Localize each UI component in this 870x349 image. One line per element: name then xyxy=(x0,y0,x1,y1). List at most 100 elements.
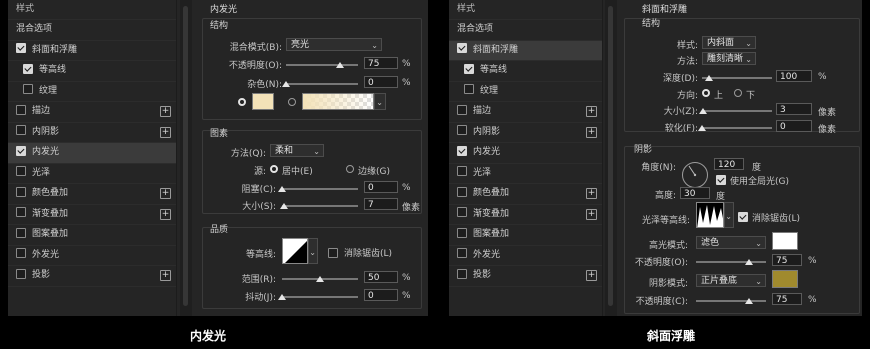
noise-slider[interactable] xyxy=(286,83,358,85)
outer-glow-checkbox[interactable] xyxy=(16,248,26,258)
size-slider-knob[interactable] xyxy=(699,108,708,114)
color-overlay-checkbox[interactable] xyxy=(457,186,467,197)
blend-mode-select[interactable]: 亮光 ⌄ xyxy=(286,38,382,51)
style-item-inner-glow[interactable]: 内发光 xyxy=(449,143,602,164)
style-list-scrollbar[interactable] xyxy=(605,0,617,316)
shadow-opacity-field[interactable]: 75 xyxy=(772,293,802,305)
jitter-slider-knob[interactable] xyxy=(278,294,286,300)
contour-picker[interactable] xyxy=(282,238,308,264)
drop-shadow-checkbox[interactable] xyxy=(16,268,26,279)
noise-slider-knob[interactable] xyxy=(282,81,290,87)
noise-field[interactable]: 0 xyxy=(364,76,398,88)
contour-checkbox[interactable] xyxy=(464,63,474,74)
choke-field[interactable]: 0 xyxy=(364,181,398,193)
pattern-overlay-checkbox[interactable] xyxy=(16,227,26,238)
opacity-slider-knob[interactable] xyxy=(336,62,344,68)
style-item-gradient-overlay[interactable]: 渐变叠加 + xyxy=(449,205,602,225)
opacity-field[interactable]: 75 xyxy=(364,57,398,69)
gradient-radio[interactable] xyxy=(288,98,296,106)
style-item-texture[interactable]: 纹理 xyxy=(449,82,602,102)
highlight-opacity-slider[interactable] xyxy=(696,261,766,263)
pattern-overlay-checkbox[interactable] xyxy=(457,227,467,238)
style-item-bevel[interactable]: 斜面和浮雕 xyxy=(449,40,602,61)
depth-field[interactable]: 100 xyxy=(776,70,812,82)
bevel-checkbox[interactable] xyxy=(457,43,467,53)
inner-shadow-checkbox[interactable] xyxy=(16,125,26,135)
source-center-radio[interactable] xyxy=(270,165,278,173)
direction-down-radio[interactable] xyxy=(734,89,742,97)
highlight-opacity-knob[interactable] xyxy=(744,259,753,265)
style-item-stroke[interactable]: 描边 + xyxy=(449,102,602,123)
satin-checkbox[interactable] xyxy=(16,166,26,176)
inner-shadow-checkbox[interactable] xyxy=(457,125,467,135)
gradient-overlay-checkbox[interactable] xyxy=(457,207,467,217)
stroke-checkbox[interactable] xyxy=(457,104,467,115)
technique-select[interactable]: 柔和 ⌄ xyxy=(270,144,324,157)
depth-slider-knob[interactable] xyxy=(705,75,713,81)
size-slider[interactable] xyxy=(282,205,358,207)
shadow-opacity-slider[interactable] xyxy=(696,300,766,302)
soften-slider-knob[interactable] xyxy=(698,125,706,131)
gradient-picker-button[interactable]: ⌄ xyxy=(374,93,386,110)
direction-up-radio[interactable] xyxy=(702,89,710,97)
size-slider-knob[interactable] xyxy=(280,203,289,209)
glow-gradient-swatch[interactable] xyxy=(302,93,374,110)
global-light-checkbox[interactable] xyxy=(716,175,726,185)
add-icon[interactable]: + xyxy=(586,188,597,199)
style-item-pattern-overlay[interactable]: 图案叠加 xyxy=(449,225,602,246)
gloss-contour-picker[interactable] xyxy=(696,202,724,228)
style-item-gradient-overlay[interactable]: 渐变叠加 + xyxy=(8,205,176,225)
satin-checkbox[interactable] xyxy=(457,166,467,176)
add-icon[interactable]: + xyxy=(586,106,597,117)
bevel-style-select[interactable]: 内斜面 ⌄ xyxy=(702,36,756,49)
bevel-checkbox[interactable] xyxy=(16,43,26,53)
altitude-field[interactable]: 30 xyxy=(680,187,710,199)
add-icon[interactable]: + xyxy=(160,208,171,220)
range-slider-knob[interactable] xyxy=(316,276,324,282)
style-item-stroke[interactable]: 描边 + xyxy=(8,102,176,123)
style-item-texture[interactable]: 纹理 xyxy=(8,82,176,102)
soften-slider[interactable] xyxy=(702,127,772,129)
highlight-opacity-field[interactable]: 75 xyxy=(772,254,802,266)
style-item-outer-glow[interactable]: 外发光 xyxy=(8,246,176,266)
highlight-color-swatch[interactable] xyxy=(772,232,798,250)
style-item-contour[interactable]: 等高线 xyxy=(8,61,176,82)
styles-header[interactable]: 样式 xyxy=(8,0,176,20)
antialias-checkbox[interactable] xyxy=(738,212,748,222)
angle-dial[interactable] xyxy=(682,162,708,188)
opacity-slider[interactable] xyxy=(286,64,358,66)
add-icon[interactable]: + xyxy=(160,126,171,138)
jitter-slider[interactable] xyxy=(282,296,358,298)
contour-dropdown-button[interactable]: ⌄ xyxy=(308,238,318,264)
style-item-color-overlay[interactable]: 颜色叠加 + xyxy=(449,184,602,205)
jitter-field[interactable]: 0 xyxy=(364,289,398,301)
scrollbar-thumb[interactable] xyxy=(183,6,188,306)
style-item-outer-glow[interactable]: 外发光 xyxy=(449,246,602,266)
size-field[interactable]: 3 xyxy=(776,103,812,115)
style-item-color-overlay[interactable]: 颜色叠加 + xyxy=(8,184,176,205)
contour-checkbox[interactable] xyxy=(23,63,33,74)
solid-color-radio[interactable] xyxy=(238,98,246,106)
inner-glow-checkbox[interactable] xyxy=(16,145,26,156)
choke-slider[interactable] xyxy=(282,188,358,190)
blend-options-item[interactable]: 混合选项 xyxy=(8,20,176,41)
choke-slider-knob[interactable] xyxy=(278,186,286,192)
range-field[interactable]: 50 xyxy=(364,271,398,283)
drop-shadow-checkbox[interactable] xyxy=(457,268,467,279)
styles-header[interactable]: 样式 xyxy=(449,0,602,20)
texture-checkbox[interactable] xyxy=(464,84,474,94)
shadow-color-swatch[interactable] xyxy=(772,270,798,288)
add-icon[interactable]: + xyxy=(586,126,597,138)
style-item-inner-shadow[interactable]: 内阴影 + xyxy=(8,123,176,143)
style-item-satin[interactable]: 光泽 xyxy=(8,164,176,184)
angle-field[interactable]: 120 xyxy=(714,158,744,170)
style-item-pattern-overlay[interactable]: 图案叠加 xyxy=(8,225,176,246)
color-overlay-checkbox[interactable] xyxy=(16,186,26,197)
add-icon[interactable]: + xyxy=(160,106,171,117)
antialias-checkbox[interactable] xyxy=(328,248,338,258)
inner-glow-checkbox[interactable] xyxy=(457,145,467,156)
soften-field[interactable]: 0 xyxy=(776,120,812,132)
size-field[interactable]: 7 xyxy=(364,198,398,210)
scrollbar-thumb[interactable] xyxy=(608,6,613,306)
add-icon[interactable]: + xyxy=(586,270,597,281)
